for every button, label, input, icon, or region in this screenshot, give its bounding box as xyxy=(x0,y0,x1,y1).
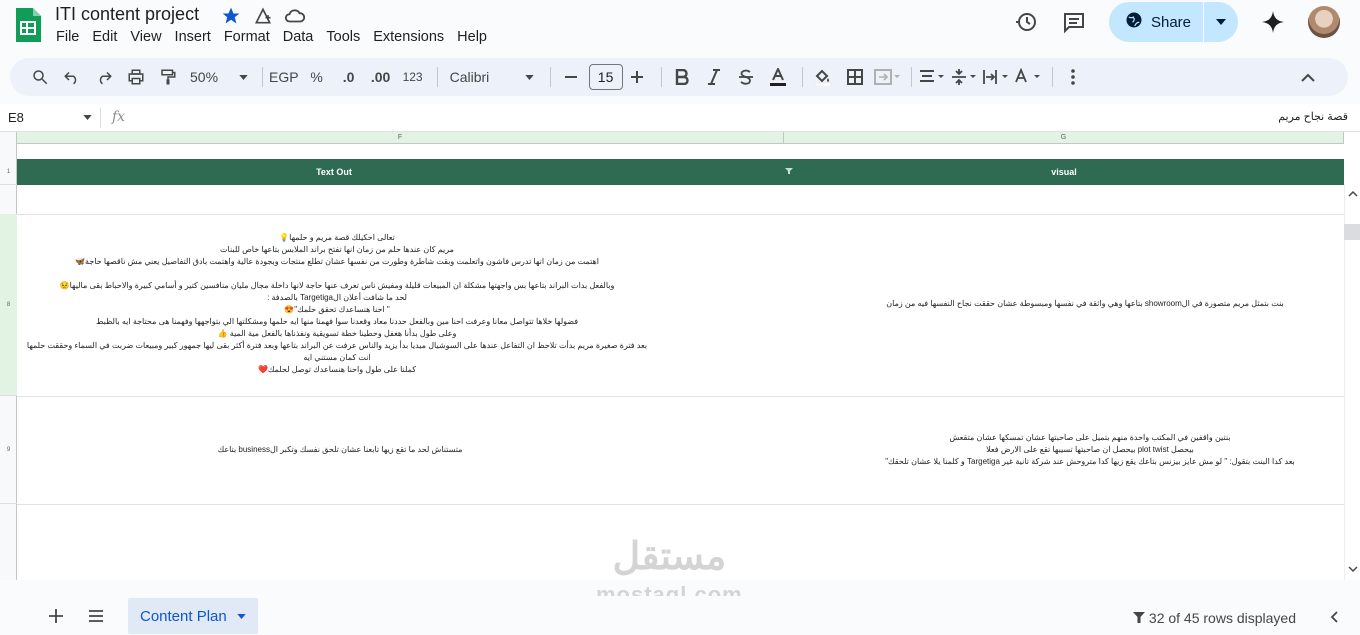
column-header-g[interactable]: G xyxy=(784,132,1344,144)
chevron-down-icon xyxy=(239,74,248,80)
table-header-row: Text Out visual xyxy=(17,159,1344,185)
top-bar: ITI content project File Edit View Inser… xyxy=(0,0,1360,56)
borders-icon[interactable] xyxy=(841,63,869,91)
search-menus-icon[interactable] xyxy=(26,63,54,91)
vertical-scrollbar[interactable] xyxy=(1344,184,1360,580)
spreadsheet-grid: F G 1 8 9 Text Out visual تعالى احكيلك ق… xyxy=(0,132,1360,580)
print-icon[interactable] xyxy=(122,63,150,91)
column-headers: F G xyxy=(0,132,1344,144)
star-icon[interactable] xyxy=(220,5,242,27)
chevron-down-icon xyxy=(83,115,92,120)
strikethrough-icon[interactable] xyxy=(732,63,760,91)
increase-decimal-button[interactable]: .00 xyxy=(367,63,395,91)
increase-font-size-icon[interactable] xyxy=(623,63,651,91)
cell-f9[interactable]: متستناش لحد ما تقع زيها تابعنا عشان تلحق… xyxy=(170,444,510,456)
decrease-decimal-button[interactable]: .0 xyxy=(335,63,363,91)
font-select[interactable]: Calibri xyxy=(444,63,540,91)
fx-icon: fx xyxy=(112,109,126,125)
menu-tools[interactable]: Tools xyxy=(326,29,366,45)
menu-view[interactable]: View xyxy=(130,29,167,45)
cell-g8[interactable]: بنت بتمثل مريم متصورة في الshowroom بتاع… xyxy=(860,298,1310,310)
italic-icon[interactable] xyxy=(700,63,728,91)
menu-format[interactable]: Format xyxy=(224,29,276,45)
vertical-align-icon[interactable] xyxy=(950,63,978,91)
text-wrapping-icon[interactable] xyxy=(982,63,1010,91)
more-formats-button[interactable]: 123 xyxy=(399,63,427,91)
collapse-toolbar-icon[interactable] xyxy=(1294,63,1322,91)
currency-format-button[interactable]: EGP xyxy=(269,63,299,91)
font-size-input[interactable]: 15 xyxy=(588,64,623,90)
gemini-sparkle-icon[interactable] xyxy=(1260,9,1286,35)
header-text-out[interactable]: Text Out xyxy=(17,159,651,185)
chevron-down-icon[interactable] xyxy=(237,613,246,619)
menu-data[interactable]: Data xyxy=(283,29,320,45)
merge-cells-icon xyxy=(873,63,901,91)
comments-icon[interactable] xyxy=(1061,9,1087,35)
sheet-tab-content-plan[interactable]: Content Plan xyxy=(128,598,258,634)
cell-g9[interactable]: بنتين واقفين في المكتب واحدة منهم بتميل … xyxy=(840,432,1340,468)
menu-edit[interactable]: Edit xyxy=(92,29,123,45)
move-to-folder-icon[interactable] xyxy=(252,5,274,27)
vertical-scroll-thumb[interactable] xyxy=(1344,224,1360,240)
row-number-1[interactable]: 1 xyxy=(0,159,17,185)
formula-input[interactable]: قصة نجاح مريم xyxy=(1278,110,1348,123)
row-number-8[interactable]: 8 xyxy=(0,214,17,396)
fill-color-icon[interactable] xyxy=(809,63,837,91)
text-rotation-icon[interactable] xyxy=(1014,63,1042,91)
add-sheet-icon[interactable] xyxy=(48,608,64,628)
menu-file[interactable]: File xyxy=(56,29,85,45)
share-button[interactable]: Share xyxy=(1108,2,1238,42)
share-dropdown-icon[interactable] xyxy=(1204,19,1238,25)
share-label: Share xyxy=(1150,13,1191,31)
scroll-down-icon[interactable] xyxy=(1348,566,1358,573)
filter-icon xyxy=(1132,612,1145,623)
more-options-icon[interactable] xyxy=(1059,63,1087,91)
bold-icon[interactable] xyxy=(668,63,696,91)
zoom-value: 50% xyxy=(190,69,219,85)
sheet-bar: Content Plan 32 of 45 rows displayed xyxy=(0,596,1360,635)
watermark-arabic: مستقل xyxy=(612,536,727,578)
chevron-down-icon xyxy=(524,74,534,80)
sheet-tab-label: Content Plan xyxy=(140,607,227,625)
rows-displayed-status[interactable]: 32 of 45 rows displayed xyxy=(1132,610,1296,626)
cell-reference: E8 xyxy=(8,110,24,125)
undo-icon[interactable] xyxy=(58,63,86,91)
cell-f8[interactable]: تعالى احكيلك قصة مريم و حلمها💡 مريم كان … xyxy=(22,232,652,376)
toolbar: 50% EGP % .0 .00 123 Calibri 15 xyxy=(10,58,1348,96)
font-value: Calibri xyxy=(449,69,490,85)
paint-format-icon[interactable] xyxy=(154,63,182,91)
menu-insert[interactable]: Insert xyxy=(175,29,217,45)
horizontal-align-icon[interactable] xyxy=(918,63,946,91)
formula-bar: E8 fx قصة نجاح مريم xyxy=(0,104,1360,132)
row-numbers: 1 8 9 xyxy=(0,132,17,580)
scroll-up-icon[interactable] xyxy=(1348,190,1358,197)
collapse-sidebar-icon[interactable] xyxy=(1330,610,1338,627)
version-history-icon[interactable] xyxy=(1013,9,1039,35)
text-color-icon[interactable] xyxy=(764,63,792,91)
zoom-select[interactable]: 50% xyxy=(186,63,252,91)
cloud-status-icon[interactable] xyxy=(284,5,306,27)
menu-extensions[interactable]: Extensions xyxy=(373,29,450,45)
sheets-logo-icon[interactable] xyxy=(14,6,42,44)
all-sheets-icon[interactable] xyxy=(88,609,104,627)
header-visual[interactable]: visual xyxy=(784,159,1344,185)
redo-icon[interactable] xyxy=(90,63,118,91)
name-box[interactable]: E8 xyxy=(8,110,92,125)
rows-displayed-text: 32 of 45 rows displayed xyxy=(1148,610,1296,626)
column-header-f[interactable]: F xyxy=(17,132,784,144)
avatar[interactable] xyxy=(1308,6,1340,38)
globe-icon xyxy=(1125,11,1143,33)
row-number-9[interactable]: 9 xyxy=(0,396,17,504)
document-title[interactable]: ITI content project xyxy=(55,4,199,25)
menu-help[interactable]: Help xyxy=(457,29,493,45)
decrease-font-size-icon[interactable] xyxy=(557,63,585,91)
menu-bar: File Edit View Insert Format Data Tools … xyxy=(56,29,500,45)
percent-format-button[interactable]: % xyxy=(303,63,331,91)
